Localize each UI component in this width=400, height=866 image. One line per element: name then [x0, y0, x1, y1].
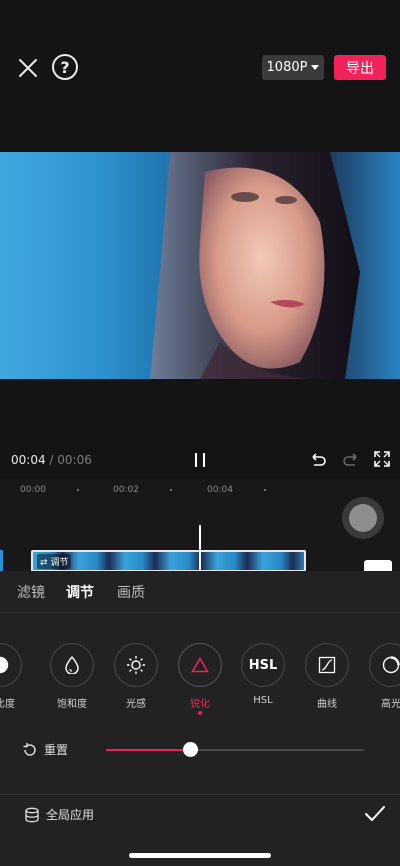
panel-tabs: [0, 571, 400, 613]
close-icon: [19, 59, 37, 77]
tool-label: HSL: [253, 695, 273, 706]
check-icon: [365, 806, 385, 821]
pause-button[interactable]: [191, 451, 209, 469]
apply-all-button[interactable]: 全局应用: [24, 806, 94, 823]
redo-button[interactable]: [342, 451, 360, 469]
timeline-tick: 00:04: [207, 485, 233, 495]
reset-icon: [23, 742, 36, 756]
tool-label: 光感: [126, 699, 146, 710]
record-button[interactable]: [342, 497, 384, 539]
close-button[interactable]: [14, 54, 42, 82]
droplet-icon: [65, 656, 79, 674]
caret-down-icon: [311, 64, 320, 70]
confirm-button[interactable]: [364, 804, 386, 824]
current-time: 00:04: [11, 453, 46, 467]
pause-icon: [195, 453, 205, 467]
tool-label: 高光: [381, 699, 400, 710]
hsl-icon: HSL: [248, 657, 278, 673]
slider-knob[interactable]: [183, 742, 198, 757]
apply-all-label: 全局应用: [46, 808, 95, 822]
triangle-icon: [191, 657, 209, 673]
track-label-text: 调节: [50, 558, 69, 568]
fullscreen-button[interactable]: [374, 451, 392, 469]
total-time: 00:06: [57, 453, 92, 467]
adjust-small-icon: ⇄: [40, 558, 51, 568]
timeline-tick: 00:00: [20, 485, 46, 495]
tool-label: 曲线: [317, 699, 337, 710]
timeline-tick: 00:02: [113, 485, 139, 495]
tab-filter[interactable]: 滤镜: [17, 582, 45, 602]
tool-label: 锐化: [190, 699, 210, 710]
resolution-dropdown[interactable]: 1080P: [262, 55, 324, 80]
tool-curve[interactable]: 曲线: [304, 643, 350, 710]
playhead[interactable]: [199, 525, 201, 572]
tool-highlight[interactable]: 高光: [368, 643, 400, 710]
help-button[interactable]: ?: [52, 54, 78, 80]
record-icon: [349, 504, 377, 532]
timeline-dot: [264, 489, 266, 491]
time-separator: /: [49, 453, 54, 467]
reset-button[interactable]: 重置: [22, 741, 68, 758]
tool-contrast[interactable]: 对比度: [0, 643, 23, 710]
light-icon: [127, 656, 145, 674]
slider-fill: [106, 749, 191, 751]
resolution-value: 1080P: [266, 60, 308, 75]
tool-light[interactable]: 光感: [113, 643, 159, 710]
curve-icon: [318, 656, 336, 674]
undo-icon: [312, 453, 326, 466]
redo-icon: [343, 453, 357, 466]
time-display: 00:04 / 00:06: [11, 453, 92, 467]
video-preview[interactable]: [0, 152, 400, 379]
fullscreen-icon: [374, 451, 390, 467]
home-indicator: [129, 853, 271, 858]
tab-quality[interactable]: 画质: [117, 582, 145, 602]
layers-icon: [25, 807, 39, 822]
video-frame: [150, 152, 360, 379]
export-button[interactable]: 导出: [334, 55, 386, 80]
timeline-dot: [77, 489, 79, 491]
tool-saturation[interactable]: 饱和度: [49, 643, 95, 710]
contrast-icon: [0, 656, 9, 674]
highlight-icon: [382, 656, 400, 674]
tool-label: 对比度: [0, 699, 15, 710]
active-indicator: [198, 711, 202, 715]
video-track[interactable]: [31, 550, 306, 572]
timeline-dot: [170, 489, 172, 491]
track-label: ⇄ 调节: [37, 554, 72, 569]
help-icon: ?: [60, 57, 70, 77]
track-edge: [0, 550, 3, 572]
reset-label: 重置: [44, 743, 69, 757]
divider: [0, 794, 400, 795]
tool-hsl[interactable]: HSL HSL: [240, 643, 286, 706]
tab-adjust[interactable]: 调节: [66, 582, 94, 602]
tool-label: 饱和度: [57, 699, 87, 710]
tool-sharpen[interactable]: 锐化: [177, 643, 223, 710]
undo-button[interactable]: [309, 451, 327, 469]
